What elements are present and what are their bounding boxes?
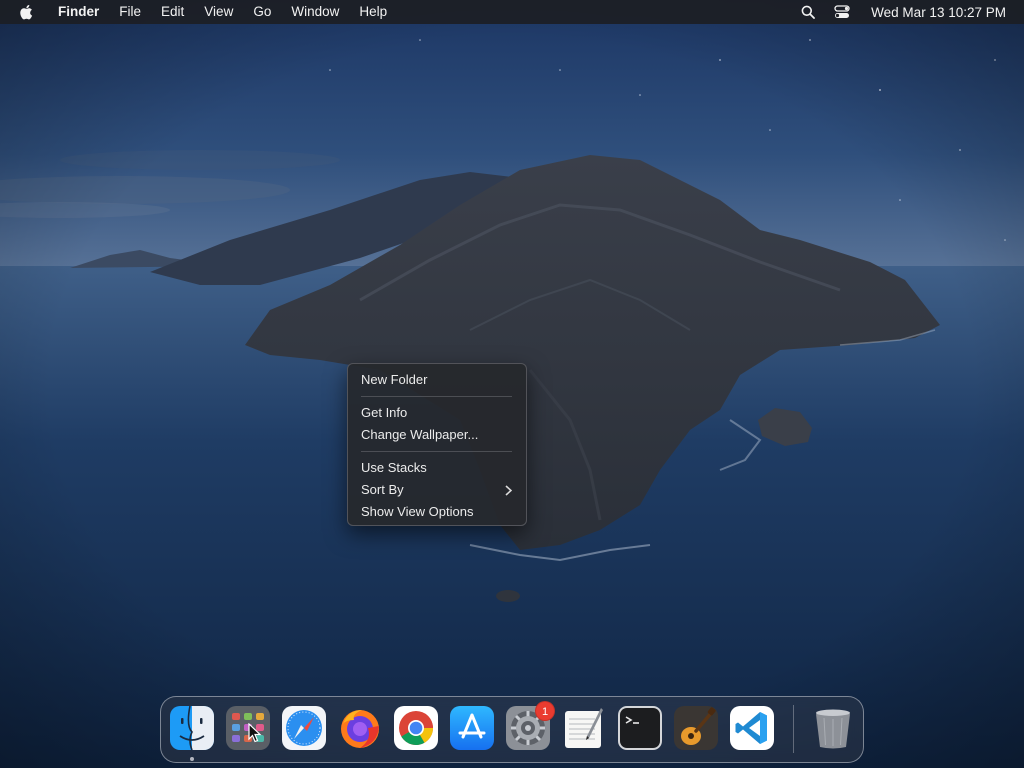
trash-icon[interactable] [811, 706, 855, 750]
menu-item-sort-by[interactable]: Sort By [348, 479, 526, 501]
search-icon[interactable] [797, 0, 819, 24]
menu-file[interactable]: File [109, 0, 151, 24]
mouse-cursor-icon [248, 722, 262, 743]
desktop-context-menu: New Folder Get Info Change Wallpaper... … [347, 363, 527, 526]
firefox-icon[interactable] [338, 706, 382, 750]
menu-go[interactable]: Go [243, 0, 281, 24]
menu-bar: Finder File Edit View Go Window Help Wed… [0, 0, 1024, 24]
notification-badge: 1 [535, 701, 555, 721]
menu-item-new-folder[interactable]: New Folder [348, 369, 526, 391]
textedit-icon[interactable] [562, 706, 606, 750]
menu-item-change-wallpaper[interactable]: Change Wallpaper... [348, 424, 526, 446]
running-indicator [190, 757, 194, 761]
menu-separator [361, 396, 512, 397]
app-store-icon[interactable] [450, 706, 494, 750]
finder-icon[interactable] [170, 706, 214, 750]
apple-logo-icon[interactable] [16, 2, 36, 22]
menu-item-use-stacks[interactable]: Use Stacks [348, 457, 526, 479]
menu-item-show-view-options[interactable]: Show View Options [348, 501, 526, 523]
menu-separator [361, 451, 512, 452]
dock: 1 [160, 696, 864, 763]
menu-item-get-info[interactable]: Get Info [348, 402, 526, 424]
chevron-right-icon [505, 479, 512, 501]
dock-divider [793, 705, 794, 753]
vscode-icon[interactable] [730, 706, 774, 750]
menu-item-sort-by-label: Sort By [361, 482, 404, 497]
safari-icon[interactable] [282, 706, 326, 750]
garageband-icon[interactable] [674, 706, 718, 750]
menubar-clock[interactable]: Wed Mar 13 10:27 PM [859, 5, 1024, 20]
menu-edit[interactable]: Edit [151, 0, 194, 24]
menu-help[interactable]: Help [349, 0, 397, 24]
menu-window[interactable]: Window [281, 0, 349, 24]
chrome-icon[interactable] [394, 706, 438, 750]
control-center-icon[interactable] [831, 0, 853, 24]
menu-app-name[interactable]: Finder [50, 0, 109, 24]
terminal-icon[interactable] [618, 706, 662, 750]
menu-view[interactable]: View [194, 0, 243, 24]
